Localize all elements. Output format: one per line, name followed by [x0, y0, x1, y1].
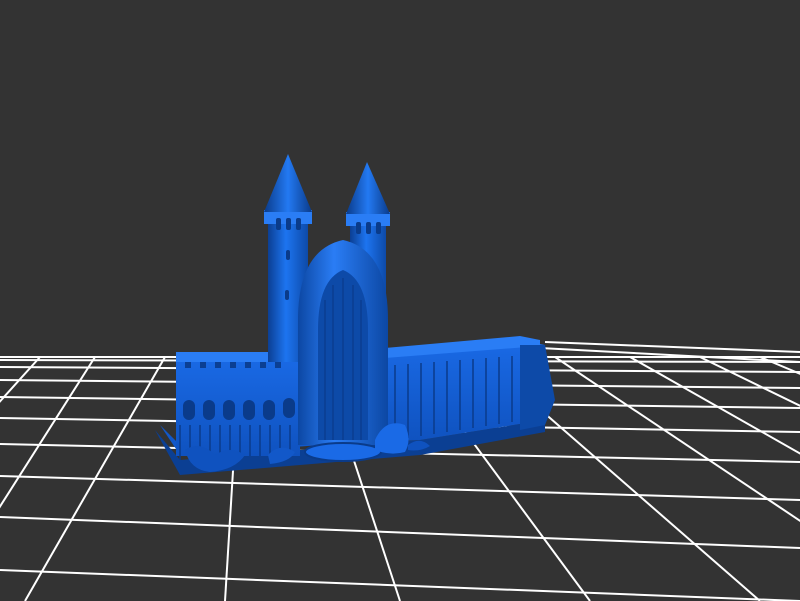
- 3d-scene-canvas[interactable]: [0, 0, 800, 601]
- castle-model[interactable]: [155, 154, 555, 475]
- 3d-viewport[interactable]: [0, 0, 800, 601]
- right-spire: [346, 162, 390, 214]
- fountain: [304, 442, 382, 462]
- left-spire: [264, 154, 312, 212]
